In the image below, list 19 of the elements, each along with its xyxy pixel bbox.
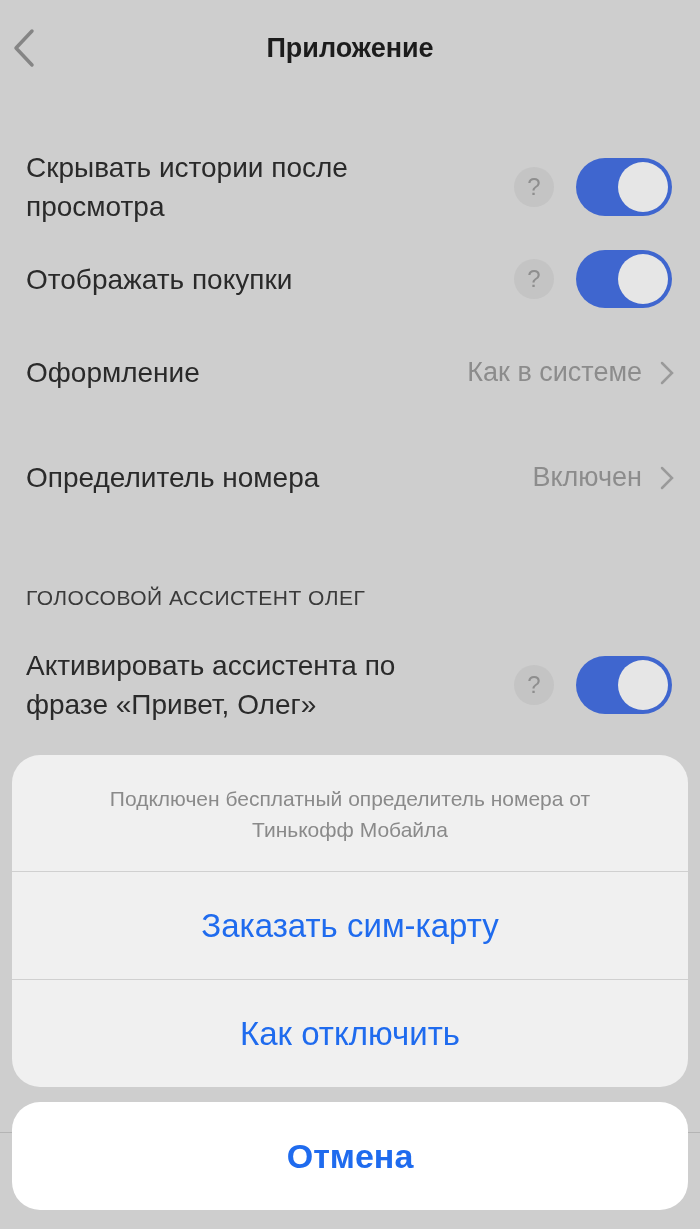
back-icon[interactable] — [12, 28, 36, 68]
setting-label: Скрывать истории после просмотра — [26, 151, 349, 224]
screen-title: Приложение — [266, 31, 434, 65]
toggle-switch[interactable] — [576, 158, 672, 216]
toggle-switch[interactable] — [576, 655, 672, 714]
sheet-action-button[interactable]: Как отключить — [12, 979, 688, 1087]
sheet-action-button[interactable]: Заказать сим-карту — [12, 871, 688, 979]
setting-value: Включен — [532, 461, 642, 495]
setting-label[interactable]: Оформление — [26, 351, 468, 394]
chevron-right-icon — [660, 360, 674, 385]
toggle-switch[interactable] — [576, 250, 672, 308]
cancel-button[interactable]: Отмена — [12, 1102, 688, 1210]
chevron-right-icon — [660, 465, 674, 490]
setting-label: Отображать покупки — [26, 262, 294, 297]
setting-label[interactable]: Определитель номера — [26, 456, 533, 499]
setting-value: Как в системе — [467, 356, 642, 390]
sheet-message: Подключен бесплатный определитель номера от Тинькофф Мобайла — [108, 786, 592, 843]
setting-label: Активировать ассистента по фразе «Привет, Олег» — [26, 648, 397, 722]
section-header: ГОЛОСОВОЙ АССИСТЕНТ ОЛЕГ — [25, 585, 367, 611]
